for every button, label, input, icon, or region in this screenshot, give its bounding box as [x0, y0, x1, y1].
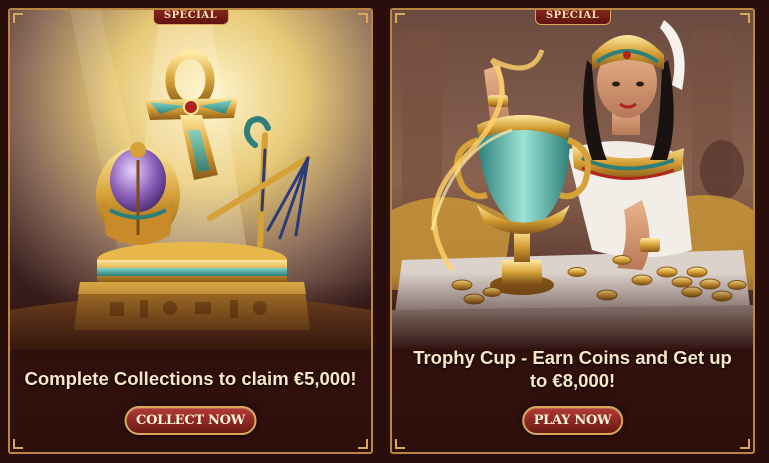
promo-title: Trophy Cup - Earn Coins and Get up to €8… [413, 347, 732, 391]
frame-corner [13, 13, 23, 23]
frame-corner [358, 439, 368, 449]
special-badge: SPECIAL [152, 10, 229, 25]
special-badge: SPECIAL [534, 10, 611, 25]
frame-corner [740, 13, 750, 23]
art-fade [392, 272, 753, 352]
play-now-button[interactable]: PLAY NOW [521, 406, 624, 435]
promo-card-trophy-cup[interactable]: SPECIAL Trophy Cup - Earn Coins and Get … [390, 8, 755, 454]
frame-corner [395, 439, 405, 449]
art-fade [10, 280, 371, 360]
promo-title: Complete Collections to claim €5,000! [24, 368, 357, 389]
promo-card-collections[interactable]: SPECIAL Complete Collections to claim €5… [8, 8, 373, 454]
frame-corner [395, 13, 405, 23]
frame-corner [13, 439, 23, 449]
frame-corner [358, 13, 368, 23]
collect-now-button[interactable]: COLLECT NOW [124, 406, 257, 435]
frame-corner [740, 439, 750, 449]
